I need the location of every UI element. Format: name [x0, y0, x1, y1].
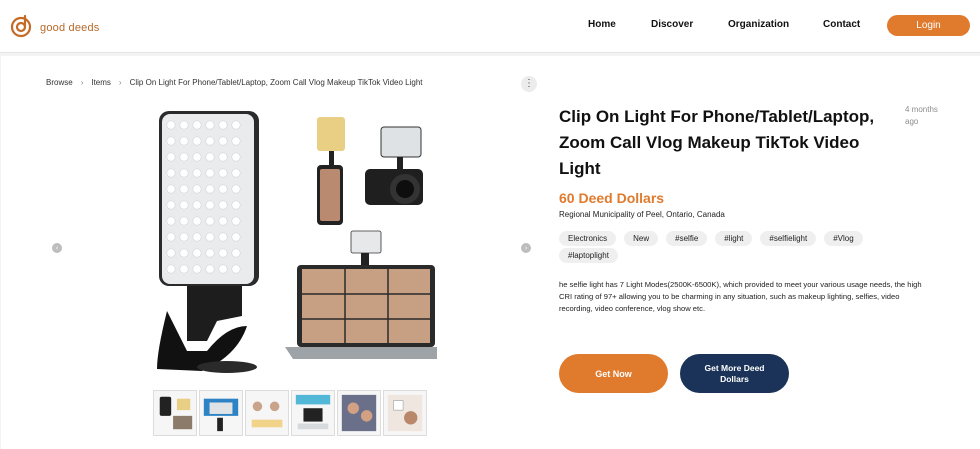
thumbnail[interactable] — [245, 390, 289, 436]
breadcrumb-items[interactable]: Items — [91, 78, 111, 87]
listing-title: Clip On Light For Phone/Tablet/Laptop, Z… — [559, 107, 875, 178]
tag-chip[interactable]: #Vlog — [824, 231, 863, 246]
get-now-button[interactable]: Get Now — [559, 354, 668, 393]
tag-list: Electronics New #selfie #light #selfieli… — [559, 231, 899, 265]
tag-chip[interactable]: Electronics — [559, 231, 617, 246]
top-nav-bar: good deeds Home Discover Organization Co… — [0, 0, 980, 53]
more-vertical-icon: ⋮ — [524, 78, 534, 89]
gallery-next-button[interactable]: › — [521, 243, 531, 253]
more-options-button[interactable]: ⋮ — [521, 76, 537, 92]
thumbnail-image — [203, 398, 239, 432]
tag-chip[interactable]: #selfielight — [760, 231, 817, 246]
posted-time: 4 months ago — [905, 105, 938, 126]
tag-chip[interactable]: #selfie — [666, 231, 708, 246]
thumbnail-image — [251, 401, 283, 428]
get-more-deed-dollars-button[interactable]: Get More Deed Dollars — [680, 354, 789, 393]
logo-text: good deeds — [40, 22, 100, 34]
login-button[interactable]: Login — [887, 15, 970, 36]
thumbnail[interactable] — [337, 390, 381, 436]
breadcrumb: Browse › Items › Clip On Light For Phone… — [46, 78, 423, 87]
listing-description: he selfie light has 7 Light Modes(2500K-… — [559, 280, 922, 313]
listing-location: Regional Municipality of Peel, Ontario, … — [559, 210, 725, 219]
chevron-left-icon: ‹ — [55, 244, 59, 252]
thumbnail[interactable] — [199, 390, 243, 436]
chevron-right-icon: › — [524, 244, 528, 252]
breadcrumb-current: Clip On Light For Phone/Tablet/Laptop, Z… — [129, 78, 423, 87]
chevron-right-icon: › — [80, 78, 84, 87]
chevron-right-icon: › — [118, 78, 122, 87]
thumbnail-image — [387, 394, 423, 432]
breadcrumb-browse[interactable]: Browse — [46, 78, 73, 87]
product-main-image[interactable] — [147, 101, 437, 384]
thumbnail-image — [159, 396, 193, 430]
logo[interactable]: good deeds — [10, 12, 100, 38]
thumbnail[interactable] — [291, 390, 335, 436]
nav-home[interactable]: Home — [588, 19, 616, 30]
thumbnail-strip — [153, 390, 429, 436]
gallery-prev-button[interactable]: ‹ — [52, 243, 62, 253]
thumbnail[interactable] — [153, 390, 197, 436]
thumbnail-image — [341, 394, 377, 432]
logo-icon — [10, 14, 32, 38]
listing-price: 60 Deed Dollars — [559, 190, 665, 206]
tag-chip[interactable]: #light — [715, 231, 753, 246]
nav-discover[interactable]: Discover — [651, 19, 693, 30]
thumbnail[interactable] — [383, 390, 427, 436]
nav-contact[interactable]: Contact — [823, 19, 860, 30]
thumbnail-image — [295, 394, 331, 430]
nav-organization[interactable]: Organization — [728, 19, 789, 30]
tag-chip[interactable]: #laptoplight — [559, 248, 618, 263]
tag-chip[interactable]: New — [624, 231, 659, 246]
